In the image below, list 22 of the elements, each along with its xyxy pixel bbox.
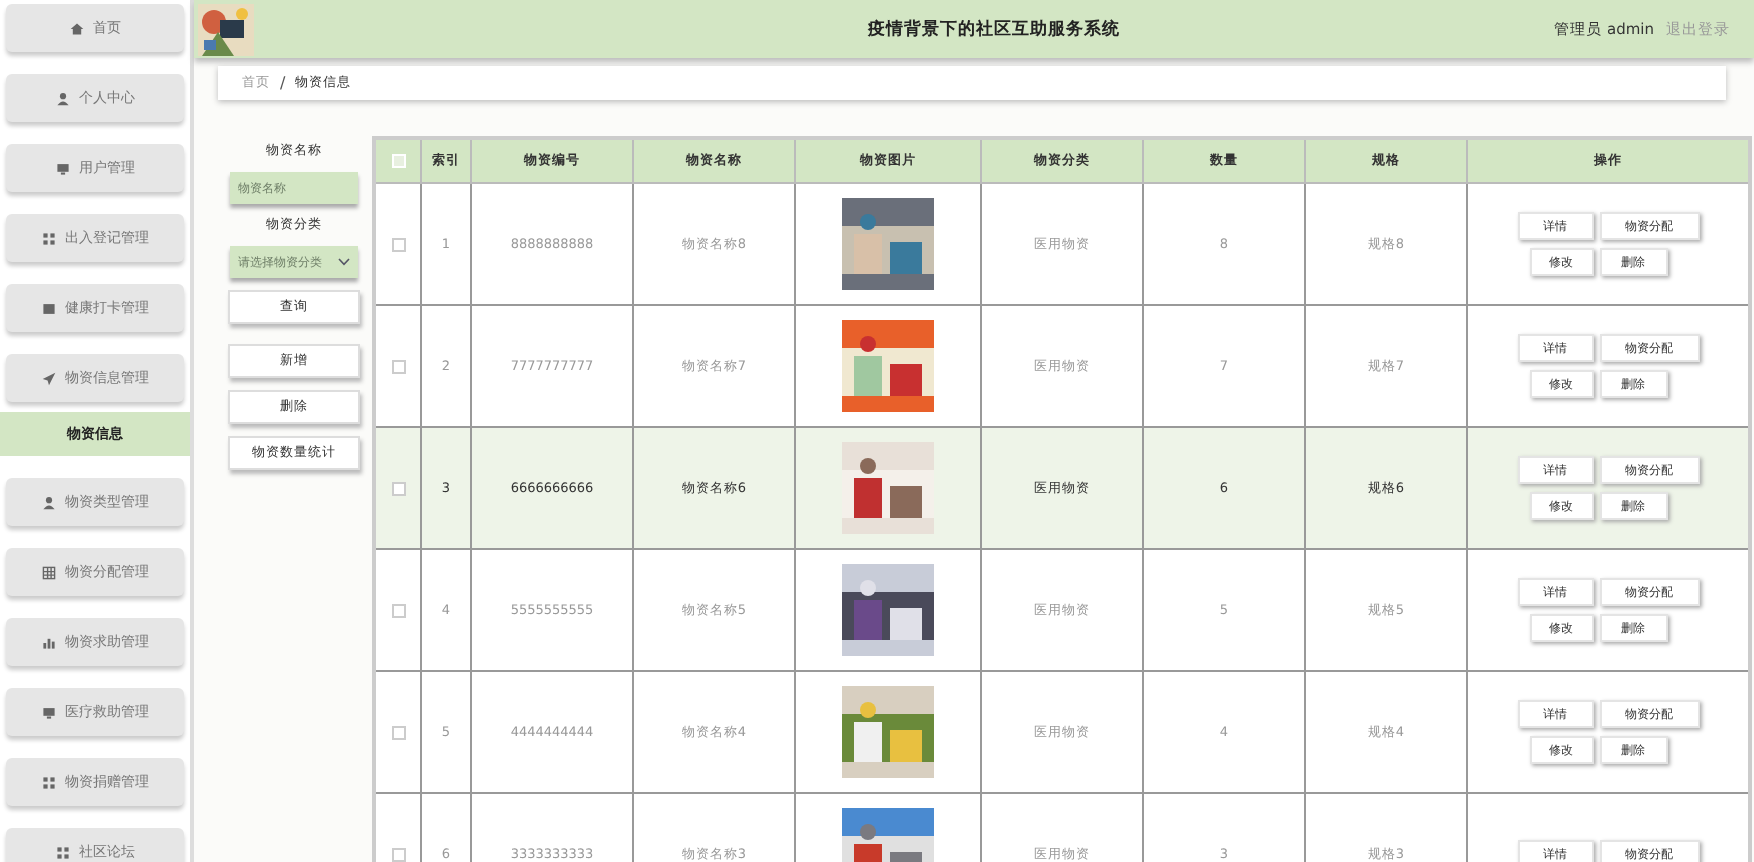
row-checkbox[interactable]: [391, 603, 405, 618]
row-checkbox[interactable]: [391, 847, 405, 862]
monitor-icon: [55, 161, 69, 175]
person-icon: [55, 91, 69, 105]
row-checkbox[interactable]: [391, 359, 405, 374]
row-checkbox[interactable]: [391, 481, 405, 496]
bar-chart-icon: [41, 635, 55, 649]
grid-icon: [41, 231, 55, 245]
select-all-checkbox[interactable]: [391, 154, 405, 169]
row-checkbox[interactable]: [391, 237, 405, 252]
monitor-icon: [41, 705, 55, 719]
grid-icon: [41, 775, 55, 789]
breadcrumb-separator: /: [280, 74, 286, 92]
card-icon: [41, 301, 55, 315]
row-checkbox[interactable]: [391, 725, 405, 740]
chevron-down-icon: [338, 258, 350, 266]
person-icon: [41, 495, 55, 509]
home-icon: [69, 21, 83, 35]
table-icon: [41, 565, 55, 579]
grid-icon: [55, 845, 69, 859]
plane-icon: [41, 371, 55, 385]
system-title: 疫情背景下的社区互助服务系统: [866, 17, 1123, 41]
